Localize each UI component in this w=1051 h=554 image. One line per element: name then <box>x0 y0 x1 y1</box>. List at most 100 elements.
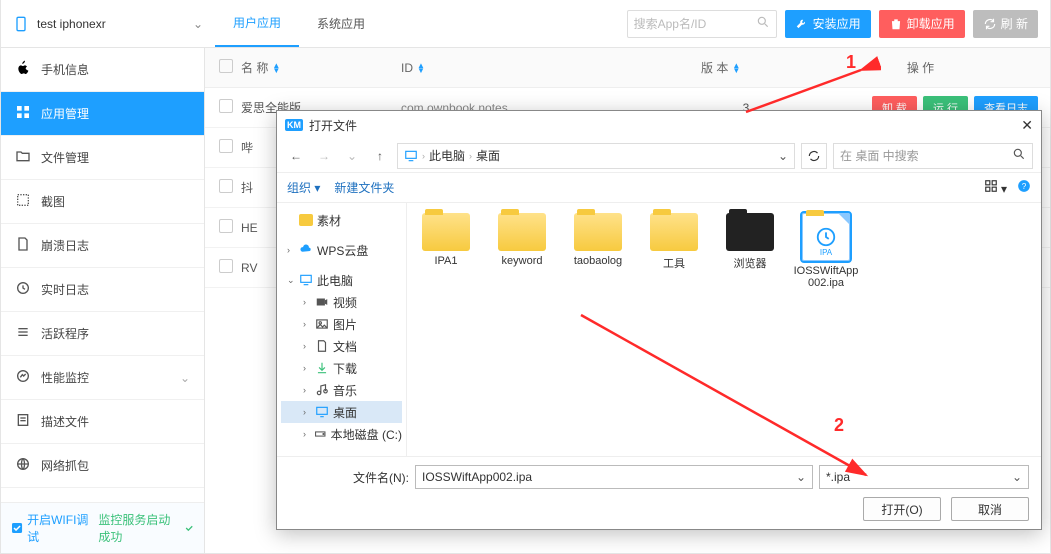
file-tile[interactable]: 浏览器 <box>715 213 785 271</box>
annotation-1: 1 <box>846 52 856 73</box>
dialog-title: 打开文件 <box>309 117 357 134</box>
sidebar-item-screenshot[interactable]: 截图 <box>1 180 204 224</box>
sidebar-item-file-manage[interactable]: 文件管理 <box>1 136 204 180</box>
image-icon <box>315 317 329 331</box>
tree-item[interactable]: ›视频 <box>281 291 402 313</box>
file-open-dialog: KM 打开文件 ✕ ← → ⌄ ↑ › 此电脑 › 桌面 ⌄ 在 桌面 中搜索 <box>276 110 1042 530</box>
filename-label: 文件名(N): <box>289 469 409 486</box>
trash-icon <box>889 17 903 31</box>
search-placeholder: 搜索App名/ID <box>634 15 707 32</box>
uninstall-app-button[interactable]: 卸载应用 <box>879 10 965 38</box>
file-tile[interactable]: IPA1 <box>411 213 481 267</box>
file-tile-selected[interactable]: IPA IOSSWiftApp002.ipa <box>791 213 861 289</box>
row-checkbox[interactable] <box>219 179 233 193</box>
install-app-button[interactable]: 安装应用 <box>785 10 871 38</box>
new-folder-button[interactable]: 新建文件夹 <box>334 179 394 196</box>
dialog-titlebar[interactable]: KM 打开文件 ✕ <box>277 111 1041 139</box>
tree-item[interactable]: ›图片 <box>281 313 402 335</box>
sidebar-item-label: 网络抓包 <box>41 457 89 474</box>
sidebar-item-phone-info[interactable]: 手机信息 <box>1 48 204 92</box>
svg-text:?: ? <box>1022 182 1027 191</box>
folder-icon <box>422 213 470 251</box>
pc-icon <box>404 149 418 163</box>
km-badge: KM <box>285 119 303 131</box>
doc-icon <box>15 236 31 255</box>
file-tile[interactable]: 工具 <box>639 213 709 271</box>
chart-icon <box>15 368 31 387</box>
sidebar-item-realtime-log[interactable]: 实时日志 <box>1 268 204 312</box>
search-icon <box>756 15 770 32</box>
grid-icon <box>15 104 31 123</box>
file-pane[interactable]: IPA1 keyword taobaolog 工具 浏览器 IPA IOSSWi… <box>407 203 1041 456</box>
dialog-nav: ← → ⌄ ↑ › 此电脑 › 桌面 ⌄ 在 桌面 中搜索 <box>277 139 1041 173</box>
filetype-select[interactable]: *.ipa ⌄ <box>819 465 1029 489</box>
sidebar-item-label: 描述文件 <box>41 413 89 430</box>
tab-system-apps[interactable]: 系统应用 <box>299 0 383 47</box>
recent-dropdown-icon[interactable]: ⌄ <box>341 149 363 163</box>
col-version[interactable]: 版 本▲▼ <box>701 59 791 76</box>
sidebar-item-label: 崩溃日志 <box>41 237 89 254</box>
chevron-down-icon[interactable]: ⌄ <box>778 149 788 163</box>
select-all-checkbox[interactable] <box>219 59 233 73</box>
up-icon[interactable]: ↑ <box>369 149 391 163</box>
sort-icon: ▲▼ <box>272 63 280 73</box>
file-tile[interactable]: taobaolog <box>563 213 633 267</box>
tree-item[interactable]: ›文档 <box>281 335 402 357</box>
sort-icon: ▲▼ <box>732 63 740 73</box>
tree-item[interactable]: ›音乐 <box>281 379 402 401</box>
topbar: test iphonexr ⌄ 用户应用 系统应用 搜索App名/ID 安装应用… <box>1 0 1050 48</box>
row-checkbox[interactable] <box>219 219 233 233</box>
sidebar-item-label: 应用管理 <box>41 105 89 122</box>
doc-icon <box>315 339 329 353</box>
sidebar-item-network-capture[interactable]: 网络抓包 <box>1 444 204 488</box>
table-header: 名 称▲▼ ID▲▼ 版 本▲▼ 操 作 <box>205 48 1050 88</box>
row-checkbox[interactable] <box>219 99 233 113</box>
wifi-debug-checkbox[interactable]: 开启WIFI调试 <box>11 511 90 545</box>
search-input[interactable]: 搜索App名/ID <box>627 10 777 38</box>
folder-icon <box>299 214 313 226</box>
col-name[interactable]: 名 称▲▼ <box>241 59 401 76</box>
folder-icon <box>15 148 31 167</box>
tree-item-desktop[interactable]: ›桌面 <box>281 401 402 423</box>
cancel-button[interactable]: 取消 <box>951 497 1029 521</box>
tree-item[interactable]: ›下载 <box>281 357 402 379</box>
refresh-button[interactable]: 刷 新 <box>973 10 1038 38</box>
music-icon <box>315 383 329 397</box>
help-icon[interactable]: ? <box>1017 179 1031 196</box>
row-checkbox[interactable] <box>219 259 233 273</box>
chevron-down-icon[interactable]: ⌄ <box>796 470 806 484</box>
chevron-down-icon[interactable]: ⌄ <box>1012 470 1022 484</box>
tree-item[interactable]: 素材 <box>281 209 402 231</box>
sidebar-item-app-manage[interactable]: 应用管理 <box>1 92 204 136</box>
desktop-icon <box>315 405 329 419</box>
net-icon <box>15 456 31 475</box>
folder-tree: 素材 ›WPS云盘 ⌄此电脑 ›视频 ›图片 ›文档 ›下载 ›音乐 ›桌面 ›… <box>277 203 407 456</box>
refresh-icon <box>983 17 997 31</box>
sidebar-item-crash-log[interactable]: 崩溃日志 <box>1 224 204 268</box>
sidebar-item-perf-monitor[interactable]: 性能监控 ⌄ <box>1 356 204 400</box>
tree-item[interactable]: ⌄此电脑 <box>281 269 402 291</box>
tab-user-apps[interactable]: 用户应用 <box>215 0 299 47</box>
col-id[interactable]: ID▲▼ <box>401 61 701 75</box>
tree-item[interactable]: ›WPS云盘 <box>281 239 402 261</box>
view-mode-button[interactable]: ▾ <box>984 179 1007 196</box>
sidebar: 手机信息 应用管理 文件管理 截图 <box>1 48 205 553</box>
device-selector[interactable]: test iphonexr ⌄ <box>13 16 203 32</box>
sidebar-item-profile[interactable]: 描述文件 <box>1 400 204 444</box>
breadcrumb[interactable]: › 此电脑 › 桌面 ⌄ <box>397 143 795 169</box>
sidebar-item-active-proc[interactable]: 活跃程序 <box>1 312 204 356</box>
organize-menu[interactable]: 组织 ▾ <box>287 179 320 196</box>
ipa-file-icon: IPA <box>802 213 850 261</box>
sort-icon: ▲▼ <box>417 63 425 73</box>
back-icon[interactable]: ← <box>285 149 307 163</box>
filename-input[interactable]: IOSSWiftApp002.ipa ⌄ <box>415 465 813 489</box>
dialog-search-input[interactable]: 在 桌面 中搜索 <box>833 143 1033 169</box>
row-checkbox[interactable] <box>219 139 233 153</box>
refresh-icon <box>807 149 821 163</box>
close-icon[interactable]: ✕ <box>1021 117 1033 134</box>
open-button[interactable]: 打开(O) <box>863 497 941 521</box>
tree-item[interactable]: ›本地磁盘 (C:) <box>281 423 402 445</box>
breadcrumb-refresh-button[interactable] <box>801 143 827 169</box>
file-tile[interactable]: keyword <box>487 213 557 267</box>
forward-icon[interactable]: → <box>313 149 335 163</box>
